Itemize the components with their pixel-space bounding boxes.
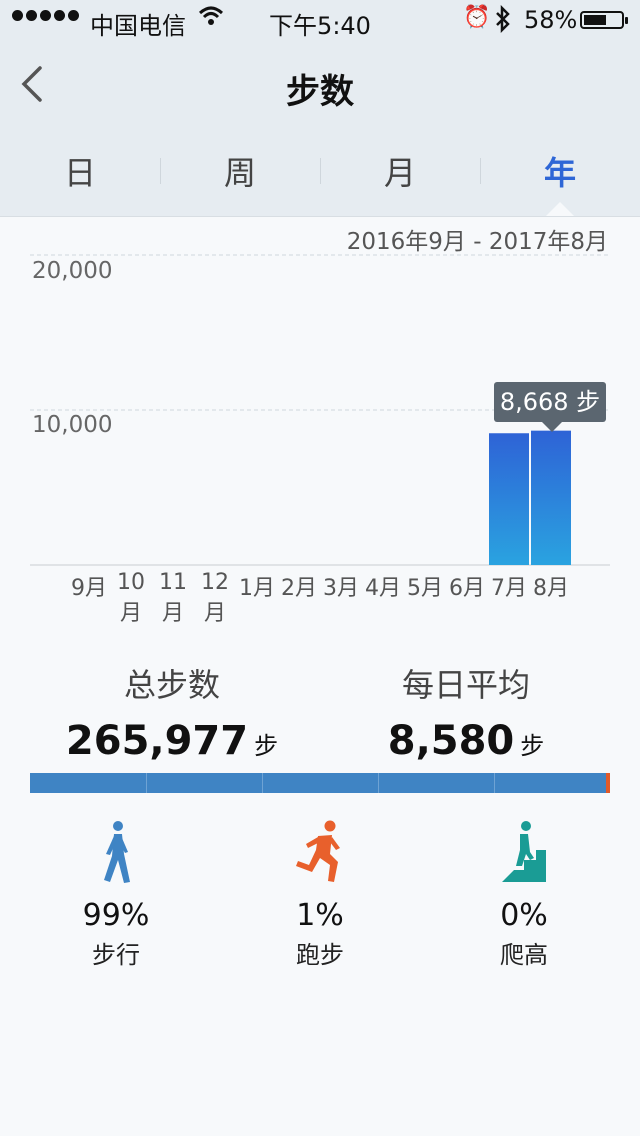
daily-average-label: 每日平均 <box>401 666 530 704</box>
x-tick-label: 6月 <box>449 576 485 601</box>
x-tick-label: 12月 <box>201 570 229 626</box>
battery-percent: 58% <box>524 6 578 34</box>
battery-icon <box>580 11 628 29</box>
activity-climbing: 0% 爬高 <box>424 820 624 970</box>
bar-7月[interactable] <box>489 433 529 565</box>
y-tick-20000: 20,000 <box>32 258 113 284</box>
running-percent: 1% <box>296 898 344 933</box>
page-title: 步数 <box>286 72 354 112</box>
climbing-label: 爬高 <box>500 941 548 969</box>
header-area: 中国电信 下午5:40 ⏰ 58% 步数 日 周 月 年 <box>0 0 640 217</box>
x-tick-label: 10月 <box>117 570 145 626</box>
total-steps-value: 265,977 <box>65 718 249 764</box>
status-bar: 中国电信 下午5:40 ⏰ 58% <box>0 0 640 40</box>
bar-8月[interactable] <box>531 430 571 565</box>
daily-average-value: 8,580 <box>387 718 515 764</box>
total-steps: 总步数 265,977 步 <box>12 660 332 764</box>
walking-label: 步行 <box>92 941 140 969</box>
total-steps-label: 总步数 <box>123 666 220 704</box>
x-tick-label: 4月 <box>365 576 401 601</box>
running-icon <box>296 820 340 882</box>
running-segment <box>606 773 610 793</box>
running-label: 跑步 <box>296 941 344 969</box>
climbing-icon <box>502 821 546 882</box>
tab-day[interactable]: 日 <box>0 140 160 206</box>
activity-running: 1% 跑步 <box>220 820 420 970</box>
total-steps-unit: 步 <box>254 732 279 760</box>
x-tick-label: 5月 <box>407 576 443 601</box>
walking-percent: 99% <box>82 898 150 933</box>
alarm-icon: ⏰ <box>463 5 491 30</box>
x-tick-label: 11月 <box>159 570 187 626</box>
walking-icon <box>104 821 130 883</box>
x-tick-label: 1月 <box>239 576 275 601</box>
activity-walking: 99% 步行 <box>16 820 216 970</box>
x-tick-label: 8月 <box>533 576 569 601</box>
bar-tooltip: 8,668 步 <box>494 382 606 432</box>
daily-average-unit: 步 <box>520 732 545 760</box>
climbing-percent: 0% <box>500 898 548 933</box>
activity-breakdown-bar <box>30 773 610 793</box>
tab-month[interactable]: 月 <box>320 140 480 206</box>
y-tick-10000: 10,000 <box>32 412 113 438</box>
tab-year[interactable]: 年 <box>480 140 640 206</box>
daily-average: 每日平均 8,580 步 <box>306 660 626 764</box>
tab-week[interactable]: 周 <box>160 140 320 206</box>
tab-pointer <box>546 202 574 216</box>
bluetooth-icon <box>494 4 512 39</box>
x-tick-label: 3月 <box>323 576 359 601</box>
period-tabs: 日 周 月 年 <box>0 140 640 206</box>
x-tick-label: 7月 <box>491 576 527 601</box>
x-tick-label: 9月 <box>71 576 107 601</box>
x-tick-label: 2月 <box>281 576 317 601</box>
